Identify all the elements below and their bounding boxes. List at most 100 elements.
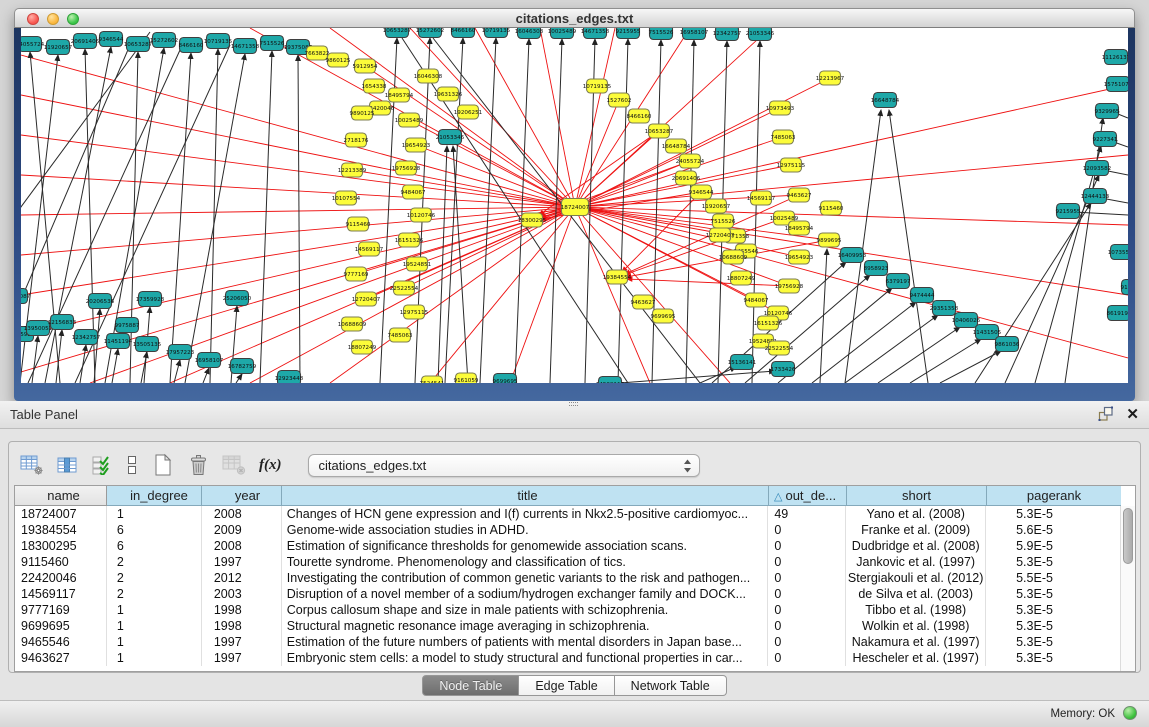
graph-node[interactable]: 9890125 (350, 106, 375, 120)
tab-network-table[interactable]: Network Table (615, 675, 727, 696)
table-cell[interactable]: 2 (107, 570, 202, 586)
table-cell[interactable]: Franke et al. (2009) (846, 522, 986, 538)
graph-node[interactable]: 9115460 (819, 201, 844, 215)
scrollbar-thumb[interactable] (1123, 508, 1133, 564)
table-cell[interactable]: Estimation of significance thresholds fo… (282, 538, 769, 554)
table-cell[interactable]: Investigating the contribution of common… (282, 570, 769, 586)
table-cell[interactable]: 5.9E-5 (986, 538, 1120, 554)
tab-edge-table[interactable]: Edge Table (519, 675, 614, 696)
table-row[interactable]: 977716911998Corpus callosum shape and si… (15, 602, 1120, 618)
table-cell[interactable]: 9115460 (15, 554, 107, 570)
graph-node[interactable]: 22522554 (765, 341, 794, 355)
table-cell[interactable]: 2003 (202, 586, 282, 602)
delete-column-button[interactable] (221, 451, 247, 479)
table-scrollbar[interactable] (1120, 506, 1135, 671)
graph-node[interactable]: 21053346 (746, 28, 775, 41)
table-cell[interactable]: 22420046 (15, 570, 107, 586)
column-header-out-degree[interactable]: △out_de... (769, 486, 847, 506)
graph-node[interactable]: 15272602 (150, 33, 178, 48)
graph-node[interactable]: 18807249 (727, 271, 756, 285)
graph-node[interactable]: 9699695 (651, 309, 676, 323)
table-cell[interactable]: 0 (768, 522, 846, 538)
graph-node[interactable]: 10653287 (645, 124, 674, 138)
table-cell[interactable]: 2008 (202, 506, 282, 522)
table-cell[interactable]: 18724007 (15, 506, 107, 522)
graph-node[interactable]: 9346544 (689, 185, 714, 199)
panel-resize-grip[interactable] (569, 402, 578, 406)
table-cell[interactable]: 0 (768, 554, 846, 570)
graph-node[interactable]: 25206050 (223, 291, 252, 306)
graph-node[interactable]: 15751074 (1104, 77, 1128, 92)
graph-node[interactable]: 12720407 (352, 292, 381, 306)
graph-node[interactable]: 14569117 (355, 242, 384, 256)
table-cell[interactable]: Stergiakouli et al. (2012) (846, 570, 986, 586)
graph-node[interactable]: 21053346 (436, 130, 465, 145)
graph-node[interactable]: 9975887 (115, 318, 140, 333)
column-header-in-degree[interactable]: in_degree (107, 486, 202, 506)
create-table-button[interactable] (151, 451, 175, 479)
graph-node[interactable]: 12213389 (338, 163, 367, 177)
table-cell[interactable]: Nakamura et al. (1997) (846, 634, 986, 650)
graph-node[interactable]: 18807249 (348, 340, 377, 354)
graph-node[interactable]: 19756928 (392, 161, 421, 175)
table-cell[interactable]: Yano et al. (2008) (846, 506, 986, 522)
graph-node[interactable]: 12975115 (400, 305, 429, 319)
table-cell[interactable]: 0 (768, 538, 846, 554)
graph-node[interactable]: 19384554 (603, 270, 632, 284)
graph-node[interactable]: 24055724 (21, 37, 45, 52)
graph-node[interactable]: 20691406 (672, 171, 701, 185)
table-cell[interactable]: 49 (768, 506, 846, 522)
table-cell[interactable]: 6 (107, 522, 202, 538)
graph-node[interactable]: 12342757 (713, 28, 742, 41)
delete-table-button[interactable] (186, 451, 210, 479)
graph-node[interactable]: 16648784 (871, 93, 900, 108)
graph-node[interactable]: 9484067 (744, 293, 769, 307)
table-cell[interactable]: Dudbridge et al. (2008) (846, 538, 986, 554)
graph-node[interactable]: 19756928 (775, 279, 804, 293)
column-header-pagerank[interactable]: pagerank (987, 486, 1121, 506)
graph-node[interactable]: 16648784 (662, 139, 691, 153)
table-cell[interactable]: 1 (107, 634, 202, 650)
graph-node[interactable]: 11126137 (1102, 50, 1128, 65)
graph-node[interactable]: 12093582 (1083, 161, 1111, 176)
table-row[interactable]: 911546021997Tourette syndrome. Phenomeno… (15, 554, 1120, 570)
table-cell[interactable]: 18300295 (15, 538, 107, 554)
graph-node[interactable]: 16151326 (754, 316, 783, 330)
graph-node[interactable]: 16151326 (395, 233, 424, 247)
unselect-all-button[interactable] (124, 451, 140, 479)
graph-node[interactable]: 8466160 (451, 28, 476, 38)
table-cell[interactable]: 1998 (202, 602, 282, 618)
graph-node[interactable]: 19631326 (434, 87, 463, 101)
graph-node[interactable]: 13505135 (133, 337, 162, 352)
graph-node[interactable]: 19654923 (402, 138, 431, 152)
graph-node[interactable]: 8466160 (627, 109, 652, 123)
graph-node[interactable]: 22522554 (390, 281, 419, 295)
graph-node[interactable]: 9861036 (995, 337, 1020, 352)
graph-node[interactable]: 11920657 (44, 40, 73, 55)
table-row[interactable]: 1830029562008Estimation of significance … (15, 538, 1120, 554)
table-cell[interactable]: 1997 (202, 554, 282, 570)
graph-node[interactable]: 10719135 (482, 28, 511, 38)
graph-node[interactable]: 8466160 (179, 38, 204, 53)
column-header-short[interactable]: short (847, 486, 987, 506)
graph-node[interactable]: 9463627 (631, 295, 656, 309)
table-cell[interactable]: Genome-wide association studies in ADHD. (282, 522, 769, 538)
table-cell[interactable]: 5.3E-5 (986, 506, 1120, 522)
graph-node[interactable]: 16046308 (414, 69, 443, 83)
float-panel-icon[interactable] (1098, 406, 1114, 422)
graph-node[interactable]: 11451194 (104, 334, 133, 349)
table-selector-dropdown[interactable]: citations_edges.txt (308, 454, 700, 477)
table-cell[interactable]: 5.5E-5 (986, 570, 1120, 586)
graph-node[interactable]: 10719135 (204, 34, 233, 49)
graph-node[interactable]: 9329965 (1095, 104, 1120, 119)
graph-node[interactable]: 19206251 (454, 105, 483, 119)
graph-node[interactable]: 20691406 (71, 34, 100, 49)
table-cell[interactable]: 5.3E-5 (986, 634, 1120, 650)
graph-node[interactable]: 16782759 (228, 359, 257, 374)
graph-node[interactable]: 19654923 (785, 250, 814, 264)
graph-node[interactable]: 1527602 (607, 93, 632, 107)
graph-node[interactable]: 12156833 (48, 315, 77, 330)
table-cell[interactable]: 1 (107, 618, 202, 634)
graph-node[interactable]: 17957223 (166, 345, 195, 360)
table-cell[interactable]: Corpus callosum shape and size in male p… (282, 602, 769, 618)
